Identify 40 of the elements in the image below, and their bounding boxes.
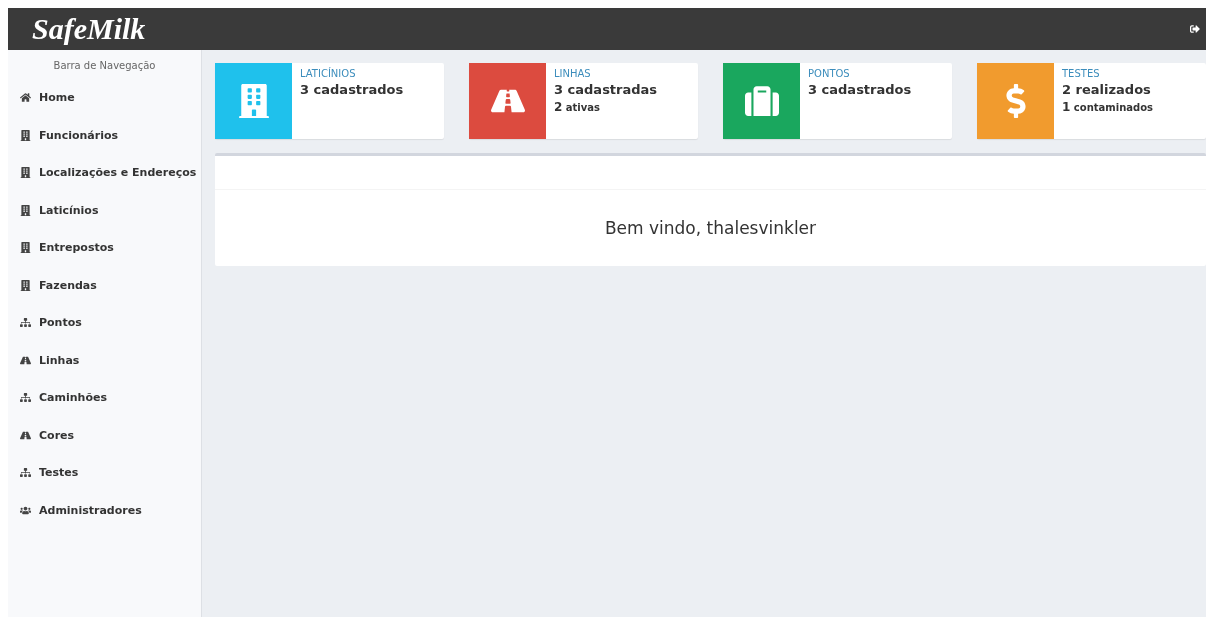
card-title: LATICÍNIOS [300, 68, 357, 79]
card-detail: 1 contaminados [1062, 100, 1153, 114]
logo: SafeMilk [32, 12, 146, 46]
card-value: 3 cadastradas [554, 82, 658, 97]
card-value: 2 realizados [1062, 82, 1152, 97]
card-detail: 2 ativas [554, 100, 601, 114]
nav-item[interactable]: Fazendas [8, 266, 201, 304]
card-title: PONTOS [808, 68, 851, 79]
nav-item[interactable]: Home [8, 79, 201, 117]
suitcase-icon [744, 84, 779, 118]
home-icon [20, 92, 31, 104]
building-icon [20, 129, 31, 141]
nav-item[interactable]: Testes [8, 454, 201, 492]
building-icon [20, 167, 31, 179]
hierarchy-icon [20, 467, 31, 479]
card-title: LINHAS [554, 68, 592, 79]
nav-item[interactable]: Funcionários [8, 116, 201, 154]
nav-item[interactable]: Pontos [8, 304, 201, 342]
road-icon [20, 429, 31, 441]
building-icon [20, 204, 31, 216]
road-icon [20, 354, 31, 366]
building-icon [20, 242, 31, 254]
nav-item[interactable]: Laticínios [8, 191, 201, 229]
welcome-message: Bem vindo, thalesvinkler [604, 218, 817, 238]
nav-item[interactable]: Linhas [8, 341, 201, 379]
logout-icon[interactable] [1190, 24, 1200, 34]
building-icon [20, 279, 31, 291]
card-value: 3 cadastrados [300, 82, 404, 97]
nav-item[interactable]: Entrepostos [8, 229, 201, 267]
building-icon [236, 84, 271, 118]
nav-item[interactable]: Cores [8, 416, 201, 454]
hierarchy-icon [20, 317, 31, 329]
hierarchy-icon [20, 392, 31, 404]
nav-item[interactable]: Localizações e Endereços [8, 154, 201, 192]
nav-item[interactable]: Caminhões [8, 379, 201, 417]
card-title: TESTES [1062, 68, 1101, 79]
sidebar-title: Barra de Navegação [52, 60, 157, 71]
card-value: 3 cadastrados [808, 82, 912, 97]
people-icon [20, 504, 31, 516]
nav-item[interactable]: Administradores [8, 491, 201, 529]
